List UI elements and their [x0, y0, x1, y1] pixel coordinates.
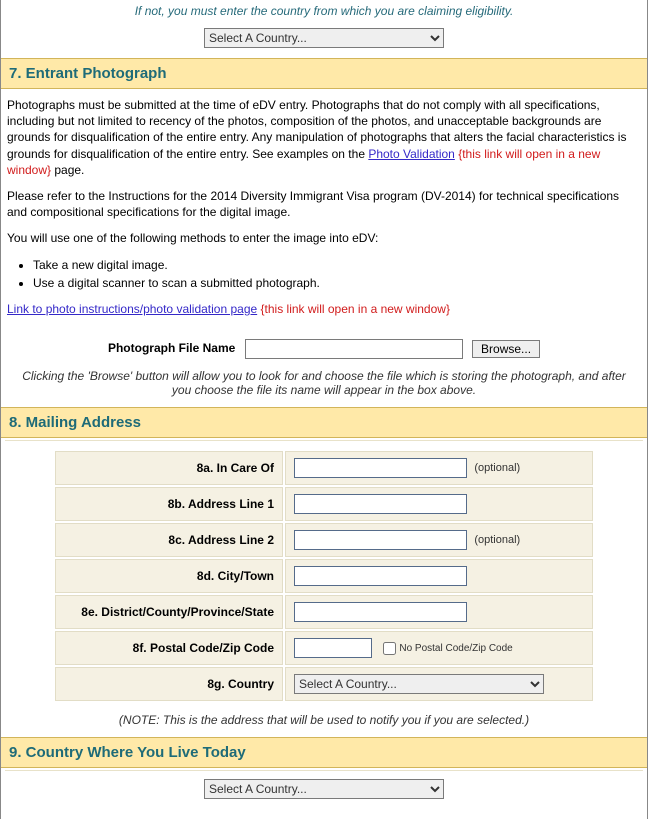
table-row: 8a. In Care Of (optional): [55, 451, 593, 485]
table-row: 8b. Address Line 1: [55, 487, 593, 521]
table-row: 8c. Address Line 2 (optional): [55, 523, 593, 557]
postal-input[interactable]: [294, 638, 372, 658]
optional-label: (optional): [474, 462, 520, 474]
photo-validation-link[interactable]: Photo Validation: [368, 147, 455, 161]
section-7-header: 7. Entrant Photograph: [1, 58, 647, 89]
country-label: 8g. Country: [55, 667, 283, 701]
photo-instructions-link[interactable]: Link to photo instructions/photo validat…: [7, 302, 257, 316]
no-zip-label: No Postal Code/Zip Code: [399, 643, 512, 654]
district-label: 8e. District/County/Province/State: [55, 595, 283, 629]
table-row: 8g. Country Select A Country...: [55, 667, 593, 701]
addr1-label: 8b. Address Line 1: [55, 487, 283, 521]
mailing-address-table: 8a. In Care Of (optional) 8b. Address Li…: [53, 449, 595, 703]
mailing-country-select[interactable]: Select A Country...: [294, 674, 544, 694]
table-row: 8e. District/County/Province/State: [55, 595, 593, 629]
postal-label: 8f. Postal Code/Zip Code: [55, 631, 283, 665]
addr1-input[interactable]: [294, 494, 467, 514]
eligibility-instruction: If not, you must enter the country from …: [1, 0, 647, 22]
live-country-select[interactable]: Select A Country...: [204, 779, 444, 799]
photo-file-label: Photograph File Name: [108, 341, 235, 355]
city-label: 8d. City/Town: [55, 559, 283, 593]
section-8-header: 8. Mailing Address: [1, 407, 647, 438]
addr2-label: 8c. Address Line 2: [55, 523, 283, 557]
photo-method-2: Use a digital scanner to scan a submitte…: [33, 275, 641, 291]
photo-paragraph-3: You will use one of the following method…: [7, 230, 641, 246]
photo-paragraph-1: Photographs must be submitted at the tim…: [7, 97, 641, 178]
district-input[interactable]: [294, 602, 467, 622]
addr2-input[interactable]: [294, 530, 467, 550]
browse-hint: Clicking the 'Browse' button will allow …: [1, 367, 647, 407]
table-row: 8f. Postal Code/Zip Code No Postal Code/…: [55, 631, 593, 665]
city-input[interactable]: [294, 566, 467, 586]
new-window-note-2: {this link will open in a new window}: [261, 302, 450, 316]
photo-file-input[interactable]: [245, 339, 463, 359]
section-9-header: 9. Country Where You Live Today: [1, 737, 647, 768]
table-row: 8d. City/Town: [55, 559, 593, 593]
browse-button[interactable]: Browse...: [472, 340, 540, 358]
photo-paragraph-2: Please refer to the Instructions for the…: [7, 188, 641, 220]
care-of-input[interactable]: [294, 458, 467, 478]
optional-label: (optional): [474, 534, 520, 546]
care-of-label: 8a. In Care Of: [55, 451, 283, 485]
no-zip-checkbox[interactable]: [383, 642, 396, 655]
eligibility-country-select[interactable]: Select A Country...: [204, 28, 444, 48]
photo-method-1: Take a new digital image.: [33, 257, 641, 273]
mailing-note: (NOTE: This is the address that will be …: [1, 709, 647, 737]
